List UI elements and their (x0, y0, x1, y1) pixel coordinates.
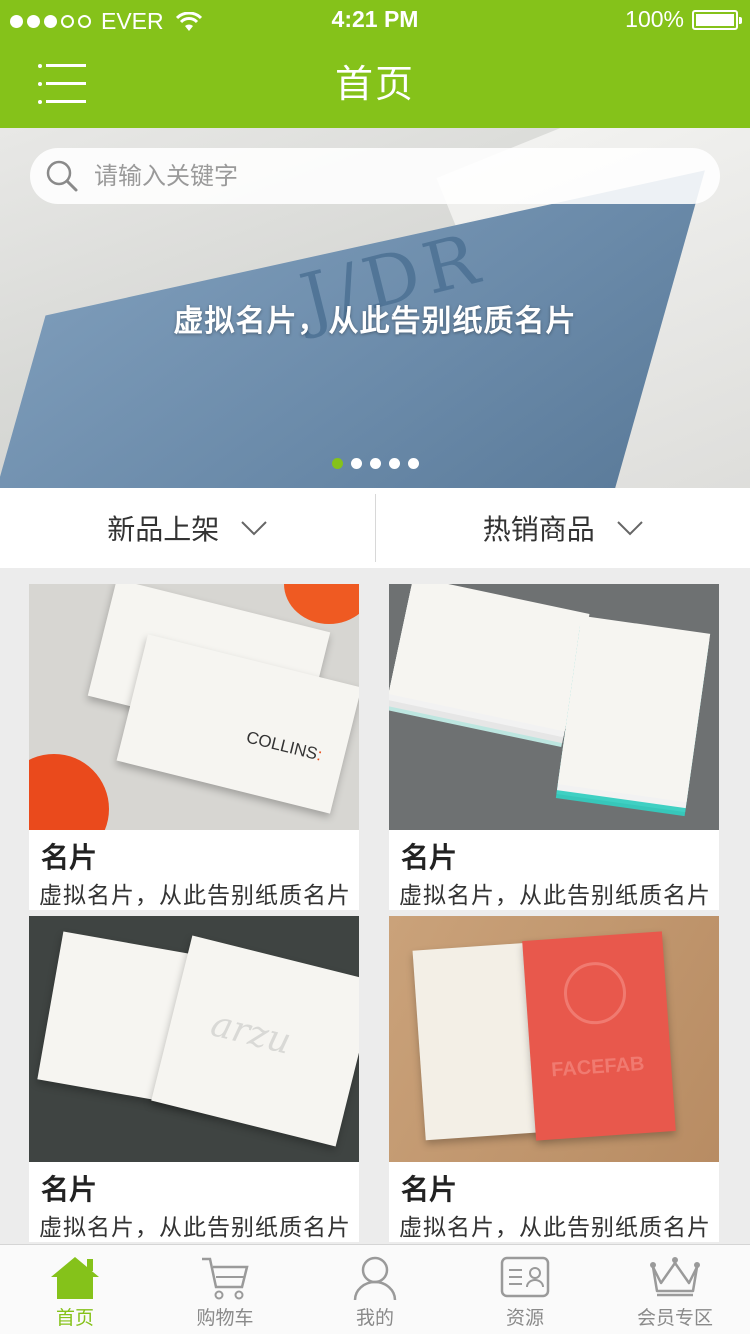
search-bar[interactable] (30, 148, 720, 204)
pager-dot[interactable] (408, 458, 419, 469)
bottom-nav: 首页 购物车 我的 资源 会员专区 (0, 1244, 750, 1334)
chevron-down-icon (241, 521, 267, 536)
nav-label: 资源 (505, 1307, 544, 1329)
id-card-icon (500, 1256, 550, 1298)
banner-caption: 虚拟名片，从此告别纸质名片 (173, 304, 577, 339)
status-bar: EVER 4:21 PM 100% (0, 0, 750, 40)
nav-label: 首页 (55, 1307, 94, 1329)
product-card[interactable]: arzu 名片 虚拟名片，从此告别纸质名片 (29, 916, 359, 1242)
nav-label: 我的 (355, 1307, 394, 1329)
battery-icon (692, 9, 742, 30)
product-name: 名片 (401, 1173, 458, 1206)
product-desc: 虚拟名片，从此告别纸质名片 (399, 1215, 711, 1241)
carousel-pager (332, 458, 419, 469)
chevron-down-icon (617, 521, 643, 536)
home-icon (51, 1257, 99, 1299)
nav-label: 购物车 (196, 1307, 254, 1329)
battery-percent: 100% (625, 6, 684, 32)
filter-tabs: 新品上架 热销商品 (0, 488, 750, 568)
product-image: arzu (29, 916, 359, 1162)
product-image (389, 584, 719, 830)
product-desc: 虚拟名片，从此告别纸质名片 (399, 883, 711, 909)
pager-dot[interactable] (389, 458, 400, 469)
product-name: 名片 (41, 841, 98, 874)
nav-item-mine[interactable]: 我的 (300, 1245, 450, 1334)
nav-item-cart[interactable]: 购物车 (150, 1245, 300, 1334)
product-card[interactable]: FACEFAB 名片 虚拟名片，从此告别纸质名片 (389, 916, 719, 1242)
product-image: COLLINS: (29, 584, 359, 830)
tab-label: 热销商品 (482, 513, 595, 546)
search-icon (46, 160, 78, 192)
battery-indicator: 100% (625, 6, 742, 33)
pager-dot[interactable] (370, 458, 381, 469)
product-name: 名片 (401, 841, 458, 874)
product-desc: 虚拟名片，从此告别纸质名片 (39, 883, 351, 909)
product-card[interactable]: 名片 虚拟名片，从此告别纸质名片 (389, 584, 719, 910)
tab-new-arrivals[interactable]: 新品上架 (0, 488, 375, 568)
nav-item-resources[interactable]: 资源 (450, 1245, 600, 1334)
product-image: FACEFAB (389, 916, 719, 1162)
cart-icon (202, 1257, 249, 1300)
tab-label: 新品上架 (107, 513, 220, 546)
search-input[interactable] (94, 148, 694, 204)
product-desc: 虚拟名片，从此告别纸质名片 (39, 1215, 351, 1241)
tab-hot-sales[interactable]: 热销商品 (374, 494, 750, 562)
pager-dot[interactable] (351, 458, 362, 469)
nav-item-home[interactable]: 首页 (0, 1245, 150, 1334)
user-icon (353, 1256, 397, 1301)
app-header: EVER 4:21 PM 100% 首页 (0, 0, 750, 128)
pager-dot[interactable] (332, 458, 343, 469)
page-title: 首页 (334, 62, 415, 106)
nav-item-membership[interactable]: 会员专区 (600, 1245, 750, 1334)
crown-icon (650, 1257, 700, 1297)
product-name: 名片 (41, 1173, 98, 1206)
nav-label: 会员专区 (636, 1307, 713, 1329)
product-card[interactable]: COLLINS: 名片 虚拟名片，从此告别纸质名片 (29, 584, 359, 910)
banner-carousel[interactable]: J/DR 虚拟名片，从此告别纸质名片 (0, 128, 750, 488)
